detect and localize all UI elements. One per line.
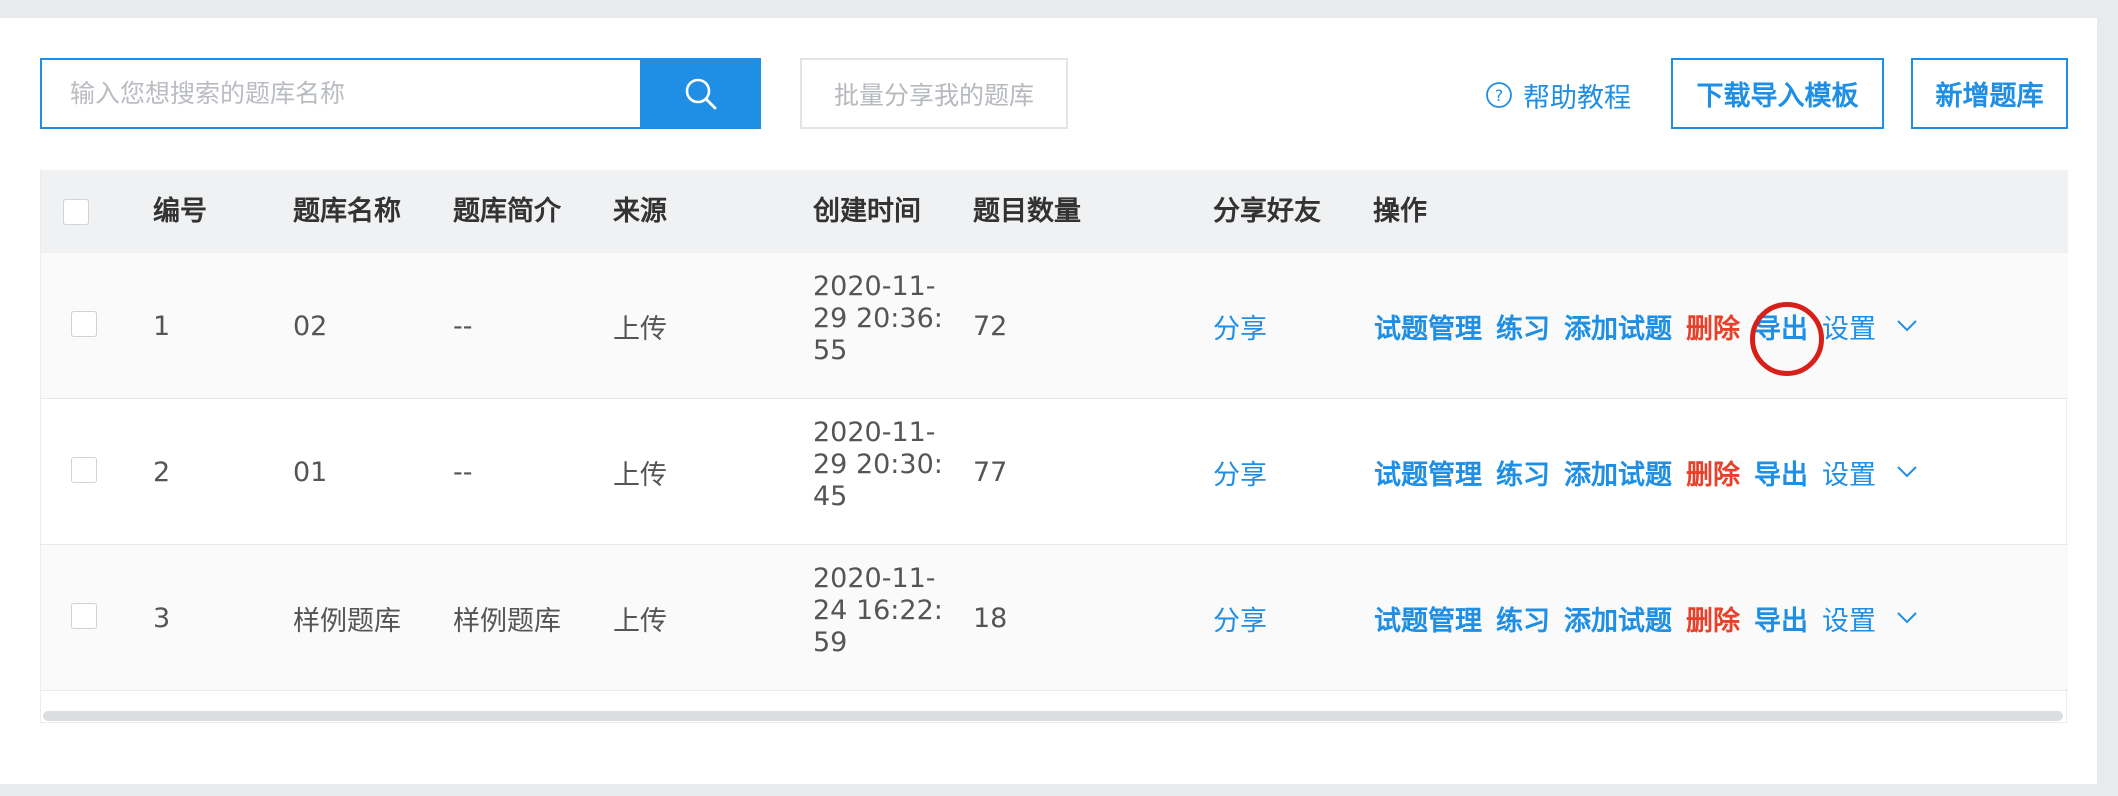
- search-icon: [685, 78, 716, 109]
- practice-link[interactable]: 练习: [1496, 307, 1550, 346]
- cell-name: 01: [293, 456, 328, 488]
- row-checkbox[interactable]: [71, 457, 97, 483]
- add-questions-link[interactable]: 添加试题: [1564, 453, 1672, 492]
- settings-link[interactable]: 设置: [1822, 307, 1876, 346]
- cell-question-count: 18: [973, 602, 1008, 634]
- practice-link[interactable]: 练习: [1496, 599, 1550, 638]
- main-card: 批量分享我的题库 ? 帮助教程 下载导入模板 新增题库 编号 题库名称 题库简介…: [0, 18, 2097, 784]
- time-line: 59: [813, 627, 848, 658]
- delete-link[interactable]: 删除: [1686, 599, 1740, 638]
- add-question-bank-button[interactable]: 新增题库: [1911, 58, 2068, 129]
- share-link[interactable]: 分享: [1213, 253, 1267, 399]
- question-circle-icon: ?: [1486, 82, 1512, 108]
- cell-intro: 样例题库: [453, 605, 561, 637]
- batch-share-button[interactable]: 批量分享我的题库: [800, 58, 1068, 129]
- table-header: 编号 题库名称 题库简介 来源 创建时间 题目数量 分享好友 操作: [41, 170, 2068, 253]
- time-line: 2020-11-: [813, 563, 936, 594]
- add-questions-link[interactable]: 添加试题: [1564, 599, 1672, 638]
- add-questions-link[interactable]: 添加试题: [1564, 307, 1672, 346]
- cell-intro: --: [453, 456, 473, 488]
- row-actions: 试题管理 练习 添加试题 删除 导出 设置: [1374, 253, 1918, 399]
- header-created-time: 创建时间: [813, 196, 921, 227]
- cell-id: 2: [153, 456, 171, 488]
- cell-id: 1: [153, 310, 171, 342]
- horizontal-scrollbar[interactable]: [43, 711, 2063, 721]
- row-actions: 试题管理 练习 添加试题 删除 导出 设置: [1374, 399, 1918, 545]
- cell-intro: --: [453, 310, 473, 342]
- time-line: 2020-11-: [813, 417, 936, 448]
- row-checkbox[interactable]: [71, 603, 97, 629]
- cell-question-count: 77: [973, 456, 1008, 488]
- search-button[interactable]: [640, 58, 761, 129]
- cell-name: 02: [293, 310, 328, 342]
- export-link[interactable]: 导出: [1754, 599, 1808, 638]
- cell-source: 上传: [613, 605, 667, 637]
- search-input[interactable]: [40, 58, 640, 129]
- header-source: 来源: [613, 196, 667, 227]
- time-line: 24 16:22:: [813, 595, 943, 626]
- chevron-down-icon[interactable]: [1896, 319, 1918, 333]
- annotation-circle: [1750, 302, 1824, 376]
- table-row: 3 样例题库 样例题库 上传 2020-11- 24 16:22: 59 18 …: [41, 545, 2068, 691]
- cell-created-time: 2020-11- 24 16:22: 59: [813, 563, 943, 659]
- share-link[interactable]: 分享: [1213, 399, 1267, 545]
- manage-questions-link[interactable]: 试题管理: [1374, 307, 1482, 346]
- delete-link[interactable]: 删除: [1686, 453, 1740, 492]
- header-share-friends: 分享好友: [1213, 196, 1321, 227]
- time-line: 55: [813, 335, 848, 366]
- manage-questions-link[interactable]: 试题管理: [1374, 599, 1482, 638]
- select-all-checkbox[interactable]: [63, 199, 89, 225]
- search-bar: [40, 58, 761, 129]
- cell-id: 3: [153, 602, 171, 634]
- export-link[interactable]: 导出: [1754, 453, 1808, 492]
- cell-created-time: 2020-11- 29 20:30: 45: [813, 417, 943, 513]
- time-line: 29 20:30:: [813, 449, 943, 480]
- cell-source: 上传: [613, 313, 667, 345]
- chevron-down-icon[interactable]: [1896, 465, 1918, 479]
- header-id: 编号: [153, 196, 207, 227]
- help-tutorial-link[interactable]: ? 帮助教程: [1485, 78, 1631, 114]
- header-intro: 题库简介: [453, 196, 561, 227]
- question-bank-table: 编号 题库名称 题库简介 来源 创建时间 题目数量 分享好友 操作 1 02 -…: [40, 170, 2068, 723]
- table-row: 2 01 -- 上传 2020-11- 29 20:30: 45 77 分享 试…: [41, 399, 2068, 545]
- delete-link[interactable]: 删除: [1686, 307, 1740, 346]
- row-checkbox[interactable]: [71, 311, 97, 337]
- svg-text:?: ?: [1495, 86, 1504, 105]
- cell-created-time: 2020-11- 29 20:36: 55: [813, 271, 943, 367]
- help-label: 帮助教程: [1523, 82, 1631, 114]
- cell-name: 样例题库: [293, 605, 401, 637]
- row-actions: 试题管理 练习 添加试题 删除 导出 设置: [1374, 545, 1918, 691]
- chevron-down-icon[interactable]: [1896, 611, 1918, 625]
- manage-questions-link[interactable]: 试题管理: [1374, 453, 1482, 492]
- settings-link[interactable]: 设置: [1822, 599, 1876, 638]
- settings-link[interactable]: 设置: [1822, 453, 1876, 492]
- cell-source: 上传: [613, 459, 667, 491]
- time-line: 45: [813, 481, 848, 512]
- header-question-count: 题目数量: [973, 196, 1081, 227]
- download-template-button[interactable]: 下载导入模板: [1671, 58, 1884, 129]
- time-line: 2020-11-: [813, 271, 936, 302]
- cell-question-count: 72: [973, 310, 1008, 342]
- header-name: 题库名称: [293, 196, 401, 227]
- time-line: 29 20:36:: [813, 303, 943, 334]
- share-link[interactable]: 分享: [1213, 545, 1267, 691]
- header-actions: 操作: [1373, 196, 1427, 227]
- practice-link[interactable]: 练习: [1496, 453, 1550, 492]
